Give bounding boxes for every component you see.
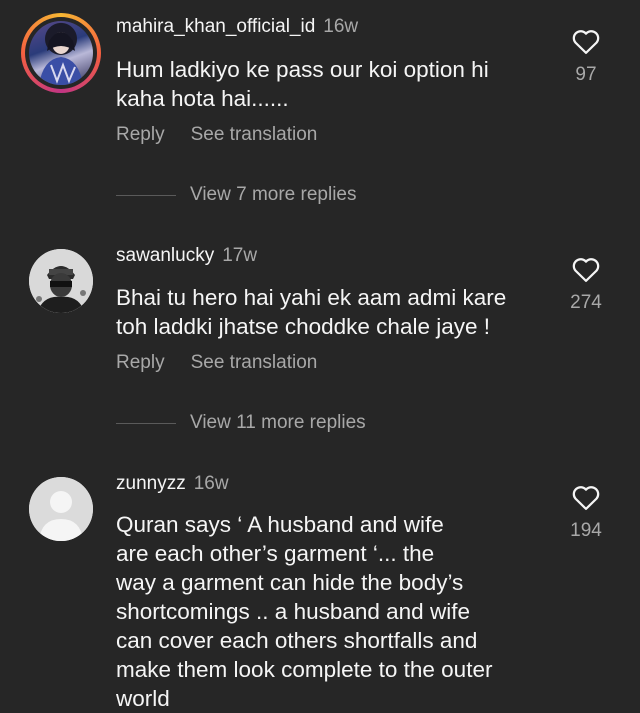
avatar[interactable] <box>29 477 93 541</box>
comment-text: Hum ladkiyo ke pass our koi option hi ka… <box>116 55 489 113</box>
comment-age: 16w <box>193 473 229 494</box>
comment-actions: Reply See translation <box>116 352 343 374</box>
comment-line: Bhai tu hero hai yahi ek aam admi kare <box>116 285 507 310</box>
comment-line: can cover each others shortfalls and <box>116 628 478 653</box>
divider-line <box>116 194 176 196</box>
comment-line: way a garment can hide the body’s <box>116 570 464 595</box>
comment-line: Hum ladkiyo ke pass our koi option hi <box>116 57 489 82</box>
view-more-replies[interactable]: View 7 more replies <box>116 184 357 206</box>
heart-icon[interactable] <box>571 483 601 511</box>
comment-line: kaha hota hai...... <box>116 86 289 111</box>
like-count: 194 <box>570 520 602 541</box>
see-translation-button[interactable]: See translation <box>191 352 318 373</box>
comment-line: are each other’s garment ‘... the <box>116 541 435 566</box>
comment-text: Quran says ‘ A husband and wife are each… <box>116 510 492 713</box>
comment-line: shortcomings .. a husband and wife <box>116 599 470 624</box>
reply-button[interactable]: Reply <box>116 352 165 373</box>
username[interactable]: sawanlucky <box>116 245 214 266</box>
divider-line <box>116 422 176 424</box>
comment-header: sawanlucky 17w <box>116 245 257 267</box>
comment-actions: Reply See translation <box>116 124 343 146</box>
comment-line: make them look complete to the outer <box>116 657 493 682</box>
heart-icon[interactable] <box>571 27 601 55</box>
comment-text: Bhai tu hero hai yahi ek aam admi kare t… <box>116 283 506 341</box>
comment-line: Quran says ‘ A husband and wife <box>116 512 444 537</box>
comment-header: mahira_khan_official_id 16w <box>116 16 358 38</box>
avatar[interactable] <box>29 249 93 313</box>
comment-line: toh laddki jhatse choddke chale jaye ! <box>116 314 490 339</box>
like-count: 97 <box>575 64 597 85</box>
username[interactable]: zunnyzz <box>116 473 186 494</box>
comment-age: 16w <box>323 16 359 37</box>
comment-line: world <box>116 686 170 711</box>
view-more-replies[interactable]: View 11 more replies <box>116 412 366 434</box>
like-count: 274 <box>570 292 602 313</box>
view-more-label[interactable]: View 7 more replies <box>190 184 357 206</box>
heart-icon[interactable] <box>571 255 601 283</box>
username[interactable]: mahira_khan_official_id <box>116 16 315 37</box>
avatar[interactable] <box>29 21 93 85</box>
reply-button[interactable]: Reply <box>116 124 165 145</box>
view-more-label[interactable]: View 11 more replies <box>190 412 366 434</box>
comment-age: 17w <box>222 245 258 266</box>
see-translation-button[interactable]: See translation <box>191 124 318 145</box>
comment-header: zunnyzz 16w <box>116 473 229 495</box>
